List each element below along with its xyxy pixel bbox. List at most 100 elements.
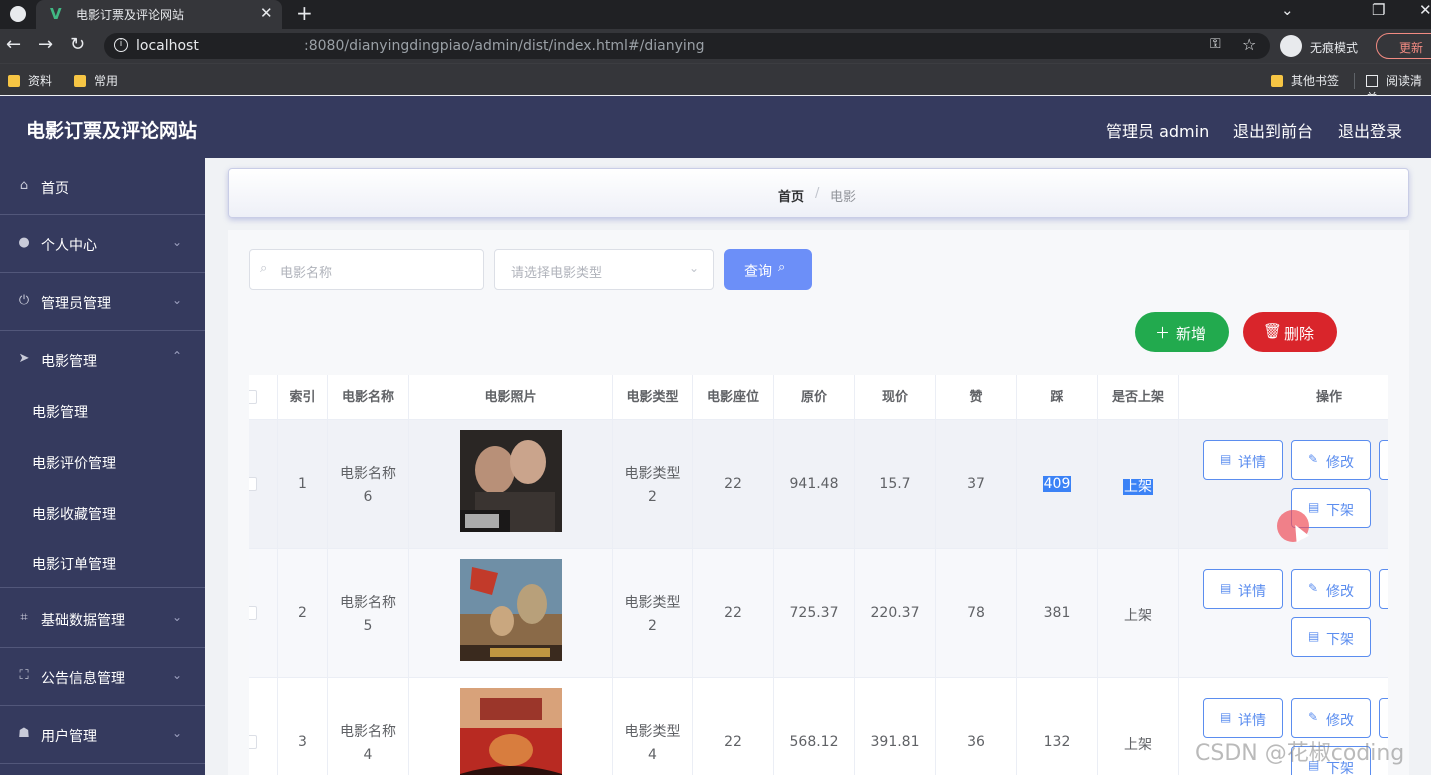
- update-button[interactable]: 更新: [1376, 33, 1431, 59]
- column-header[interactable]: 踩: [1017, 375, 1098, 420]
- browser-address-bar: ← → ↻ i localhost :8080/dianyingdingpiao…: [0, 29, 1431, 63]
- seats-value: 22: [724, 734, 742, 750]
- index-cell: 2: [278, 549, 328, 678]
- index-value: 3: [298, 734, 307, 750]
- breadcrumb: 首页 / 电影: [228, 168, 1409, 218]
- select-all-checkbox[interactable]: [249, 390, 257, 404]
- restore-window-icon[interactable]: ❐: [1372, 1, 1385, 19]
- more-action-button[interactable]: [1379, 698, 1388, 738]
- table-row[interactable]: 1 电影名称 6 电影类型 2 22 941.48 15.7 37 409 上架 ▤…: [249, 420, 1388, 549]
- bookmark-folder[interactable]: 资料: [8, 72, 52, 89]
- sidebar-item-label: 电影管理: [41, 354, 97, 370]
- row-checkbox[interactable]: [249, 477, 257, 491]
- submenu-movie-reviews[interactable]: 电影评价管理: [0, 437, 205, 487]
- logout-link[interactable]: 退出登录: [1338, 118, 1402, 142]
- query-button[interactable]: 查询 ⌕: [724, 249, 812, 290]
- submenu-movie-orders[interactable]: 电影订单管理: [0, 538, 205, 588]
- add-button[interactable]: ＋ 新增: [1135, 312, 1229, 352]
- back-icon[interactable]: ←: [6, 34, 21, 55]
- incognito-label: 无痕模式: [1310, 41, 1359, 55]
- plus-icon: ＋: [1155, 324, 1171, 342]
- sidebar: ⌂ 首页 ● 个人中心 ⌄ ⏻ 管理员管理 ⌄ ➤ 电影管理 ⌃ 电影管理 电影…: [0, 158, 205, 775]
- edit-button[interactable]: ✎ 修改: [1291, 440, 1371, 480]
- seats-value: 22: [724, 476, 742, 492]
- app-header: 电影订票及评论网站 管理员 admin 退出到前台 退出登录: [0, 96, 1431, 158]
- submenu-movie-manage[interactable]: 电影管理: [0, 386, 205, 436]
- search-icon: ⌕: [260, 261, 268, 276]
- movie-poster[interactable]: [460, 688, 562, 775]
- add-label: 新增: [1176, 325, 1207, 343]
- delete-button[interactable]: 🗑 删除: [1243, 312, 1337, 352]
- row-checkbox[interactable]: [249, 606, 257, 620]
- reload-icon[interactable]: ↻: [70, 34, 85, 55]
- close-window-icon[interactable]: ✕: [1419, 1, 1431, 19]
- edit-button[interactable]: ✎ 修改: [1291, 698, 1371, 738]
- column-header[interactable]: 现价: [855, 375, 936, 420]
- table-row[interactable]: 2 电影名称 5 电影类型 2 22 725.37 220.37 78 381 上架…: [249, 549, 1388, 678]
- detail-button[interactable]: ▤ 详情: [1203, 440, 1283, 480]
- original-price-value: 725.37: [789, 605, 839, 621]
- name-line: 5: [363, 618, 373, 634]
- url-field[interactable]: i localhost :8080/dianyingdingpiao/admin…: [104, 33, 1270, 59]
- breadcrumb-current: 电影: [830, 190, 857, 205]
- column-header[interactable]: 索引: [278, 375, 328, 420]
- actions-cell: ▤ 详情 ✎ 修改 ▤ 下架: [1179, 549, 1388, 678]
- edit-button[interactable]: ✎ 修改: [1291, 569, 1371, 609]
- url-host: localhost: [136, 38, 199, 54]
- bookmark-label: 常用: [94, 74, 119, 88]
- movie-type-select[interactable]: 请选择电影类型 ⌄: [494, 249, 714, 290]
- original-price-cell: 941.48: [774, 420, 855, 549]
- column-header[interactable]: 电影类型: [613, 375, 693, 420]
- detail-button[interactable]: ▤ 详情: [1203, 569, 1283, 609]
- search-placeholder: 电影名称: [280, 266, 333, 281]
- close-tab-icon[interactable]: ✕: [260, 4, 273, 22]
- browser-menu-icon[interactable]: [10, 6, 26, 22]
- info-icon[interactable]: i: [114, 38, 128, 52]
- bookmark-folder[interactable]: 常用: [74, 72, 118, 89]
- forward-icon[interactable]: →: [38, 34, 53, 55]
- submenu-movie-favorites[interactable]: 电影收藏管理: [0, 488, 205, 538]
- sidebar-item-basic-data[interactable]: ⌗ 基础数据管理 ⌄: [0, 590, 205, 648]
- select-all-cell: [249, 375, 278, 420]
- key-icon[interactable]: ⚿: [1210, 36, 1221, 52]
- detail-button[interactable]: ▤ 详情: [1203, 698, 1283, 738]
- offshelf-label: 下架: [1326, 632, 1354, 648]
- column-header[interactable]: 电影座位: [693, 375, 774, 420]
- column-header[interactable]: 电影照片: [409, 375, 613, 420]
- breadcrumb-home[interactable]: 首页: [778, 186, 804, 205]
- new-tab-icon[interactable]: +: [296, 1, 313, 25]
- movie-poster[interactable]: [460, 559, 562, 661]
- onshelf-cell: 上架: [1098, 549, 1179, 678]
- type-cell: 电影类型 2: [613, 420, 693, 549]
- offshelf-button[interactable]: ▤ 下架: [1291, 617, 1371, 657]
- more-action-button[interactable]: [1379, 440, 1388, 480]
- browser-tab[interactable]: V 电影订票及评论网站 ✕: [36, 0, 282, 29]
- tab-search-icon[interactable]: ⌄: [1281, 1, 1294, 19]
- home-icon: ⌂: [19, 178, 29, 193]
- column-header[interactable]: 赞: [936, 375, 1017, 420]
- sidebar-item-label: 用户管理: [41, 729, 97, 745]
- sidebar-item-users[interactable]: ☗ 用户管理 ⌄: [0, 706, 205, 764]
- sidebar-item-home[interactable]: ⌂ 首页: [0, 158, 205, 215]
- movie-name-search-input[interactable]: ⌕ 电影名称: [249, 249, 484, 290]
- onshelf-cell: 上架: [1098, 678, 1179, 775]
- column-header[interactable]: 电影名称: [328, 375, 409, 420]
- column-header[interactable]: 是否上架: [1098, 375, 1179, 420]
- original-price-cell: 568.12: [774, 678, 855, 775]
- sidebar-item-notices[interactable]: ⛶ 公告信息管理 ⌄: [0, 648, 205, 706]
- more-action-button[interactable]: [1379, 569, 1388, 609]
- other-bookmarks[interactable]: 其他书签: [1271, 72, 1339, 89]
- sidebar-item-movies[interactable]: ➤ 电影管理 ⌃: [0, 331, 205, 389]
- star-icon[interactable]: ☆: [1242, 35, 1256, 54]
- row-checkbox[interactable]: [249, 735, 257, 749]
- dislikes-value: 132: [1043, 734, 1071, 750]
- original-price-value: 568.12: [789, 734, 839, 750]
- sidebar-item-profile[interactable]: ● 个人中心 ⌄: [0, 215, 205, 273]
- sidebar-item-admin[interactable]: ⏻ 管理员管理 ⌄: [0, 273, 205, 331]
- movie-poster[interactable]: [460, 430, 562, 532]
- exit-to-front-link[interactable]: 退出到前台: [1233, 118, 1313, 142]
- column-header[interactable]: 原价: [774, 375, 855, 420]
- trash-icon: 🗑: [1263, 322, 1283, 340]
- incognito-indicator[interactable]: 无痕模式: [1280, 35, 1372, 57]
- name-line: 6: [363, 489, 373, 505]
